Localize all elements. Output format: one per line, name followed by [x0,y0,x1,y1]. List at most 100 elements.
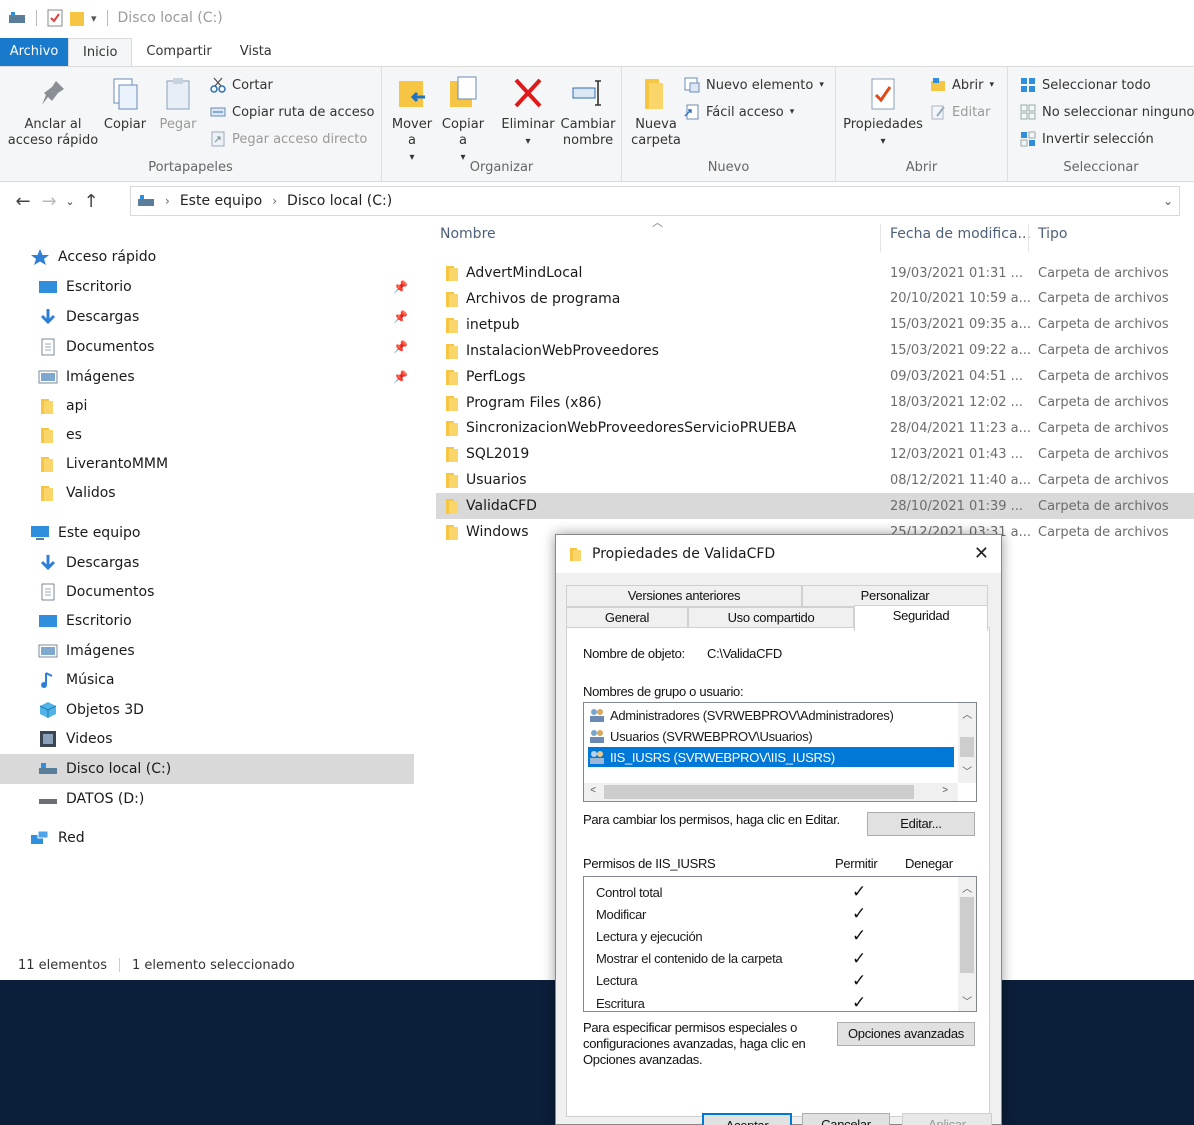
select-all-button[interactable]: Seleccionar todo [1020,77,1151,93]
scroll-up-icon[interactable]: ︿ [958,880,976,895]
nav-pc-imagenes[interactable]: Imágenes [0,636,414,666]
pin-icon[interactable]: 📌 [393,280,408,294]
scroll-down-icon[interactable]: ﹀ [958,763,976,778]
edit-button[interactable]: Editar [930,104,991,120]
rename-button[interactable]: Cambiar nombre [558,75,618,149]
select-none-button[interactable]: No seleccionar ninguno [1020,104,1194,120]
file-row[interactable]: PerfLogs 09/03/2021 04:51 ... Carpeta de a… [436,364,1194,390]
vertical-scrollbar[interactable]: ︿ ﹀ [958,703,976,783]
scroll-left-icon[interactable]: < [584,785,602,796]
nav-es[interactable]: es [0,420,414,450]
cancel-button[interactable]: Cancelar [802,1113,890,1125]
easy-access-button[interactable]: Fácil acceso ▾ [684,104,794,120]
pin-quick-access-button[interactable]: Anclar al acceso rápido [6,75,100,149]
customize-toolbar-icon[interactable]: ▾ [91,12,97,25]
file-row[interactable]: Usuarios 08/12/2021 11:40 a... Carpeta de … [436,467,1194,493]
scroll-up-icon[interactable]: ︿ [958,706,976,721]
column-divider[interactable] [880,224,881,252]
scroll-thumb[interactable] [604,785,914,799]
open-button[interactable]: Abrir ▾ [930,77,994,93]
chevron-right-icon[interactable]: › [272,194,277,208]
advanced-options-button[interactable]: Opciones avanzadas [837,1022,975,1046]
nav-validos[interactable]: Validos [0,478,414,508]
new-folder-icon[interactable] [69,9,85,27]
tab-seguridad[interactable]: Seguridad [854,605,988,631]
tab-uso-compartido[interactable]: Uso compartido [688,607,854,629]
horizontal-scrollbar[interactable]: < > [584,783,958,801]
copy-path-button[interactable]: Copiar ruta de acceso [210,104,375,120]
nav-api[interactable]: api [0,391,414,421]
nav-this-pc[interactable]: Este equipo [0,518,414,548]
nav-liverantommm[interactable]: LiverantoMMM [0,449,414,479]
column-header-type[interactable]: Tipo [1038,226,1067,242]
file-row[interactable]: SQL2019 12/03/2021 01:43 ... Carpeta de ar… [436,441,1194,467]
new-folder-button[interactable]: Nueva carpeta [630,75,682,149]
breadcrumb-este-equipo[interactable]: Este equipo [180,193,262,209]
scroll-thumb[interactable] [960,897,974,973]
nav-documentos[interactable]: Documentos 📌 [0,332,414,362]
pin-icon[interactable]: 📌 [393,310,408,324]
forward-arrow-icon[interactable]: → [36,191,62,212]
group-item-selected[interactable]: IIS_IUSRS (SVRWEBPROV\IIS_IUSRS) [587,746,955,768]
column-header-date[interactable]: Fecha de modifica... [890,226,1031,242]
copy-button[interactable]: Copiar [102,75,148,133]
paste-button[interactable]: Pegar [154,75,202,133]
back-arrow-icon[interactable]: ← [10,191,36,212]
properties-button[interactable]: Propiedades ▾ [842,75,924,150]
nav-pc-descargas[interactable]: Descargas [0,548,414,578]
copy-to-button[interactable]: Copiar a ▾ [440,75,486,166]
nav-escritorio[interactable]: Escritorio 📌 [0,272,414,302]
scroll-thumb[interactable] [960,737,974,757]
file-row[interactable]: SincronizacionWebProveedoresServicioPRUE… [436,415,1194,441]
nav-pc-objetos-3d[interactable]: Objetos 3D [0,695,414,725]
file-row[interactable]: Archivos de programa 20/10/2021 10:59 a..… [436,286,1194,312]
file-row[interactable]: Program Files (x86) 18/03/2021 12:02 ... C… [436,390,1194,416]
tab-versiones-anteriores[interactable]: Versiones anteriores [566,585,802,607]
file-row[interactable]: InstalacionWebProveedores 15/03/2021 09:2… [436,338,1194,364]
nav-quick-access[interactable]: Acceso rápido [0,242,414,272]
chevron-down-icon[interactable]: ⌄ [1163,194,1173,208]
address-bar[interactable]: › Este equipo › Disco local (C:) ⌄ [130,186,1180,216]
nav-pc-documentos[interactable]: Documentos [0,577,414,607]
chevron-right-icon[interactable]: › [165,194,170,208]
new-item-button[interactable]: Nuevo elemento ▾ [684,77,824,93]
file-row[interactable]: inetpub 15/03/2021 09:35 a... Carpeta de a… [436,312,1194,338]
nav-pc-musica[interactable]: Música [0,665,414,695]
group-item[interactable]: Administradores (SVRWEBPROV\Administrado… [588,705,954,725]
tab-general[interactable]: General [566,607,688,629]
nav-pc-escritorio[interactable]: Escritorio [0,606,414,636]
tab-personalizar[interactable]: Personalizar [802,585,988,607]
delete-button[interactable]: Eliminar ▾ [500,75,556,150]
groups-listbox[interactable]: Administradores (SVRWEBPROV\Administrado… [583,702,977,802]
cut-button[interactable]: Cortar [210,77,273,93]
pin-icon[interactable]: 📌 [393,340,408,354]
edit-permissions-button[interactable]: Editar... [867,812,975,836]
nav-pc-datos[interactable]: DATOS (D:) [0,784,414,814]
up-arrow-icon[interactable]: ↑ [78,191,104,212]
nav-network[interactable]: Red [0,823,414,853]
move-to-button[interactable]: Mover a ▾ [390,75,434,166]
nav-imagenes[interactable]: Imágenes 📌 [0,362,414,392]
paste-shortcut-button[interactable]: Pegar acceso directo [210,131,367,147]
pin-icon[interactable]: 📌 [393,370,408,384]
column-divider[interactable] [1028,224,1029,252]
recent-locations-icon[interactable]: ⌄ [62,195,78,208]
tab-vista[interactable]: Vista [226,38,286,66]
column-header-name[interactable]: Nombre [440,226,496,242]
group-item[interactable]: Usuarios (SVRWEBPROV\Usuarios) [588,726,954,746]
apply-button[interactable]: Aplicar [902,1113,992,1125]
nav-pc-videos[interactable]: Videos [0,724,414,754]
scroll-down-icon[interactable]: ﹀ [958,993,976,1008]
ok-button[interactable]: Aceptar [702,1113,792,1125]
breadcrumb-disco-local[interactable]: Disco local (C:) [287,193,392,209]
nav-pc-disco-local[interactable]: Disco local (C:) [0,754,414,784]
file-row-selected[interactable]: ValidaCFD 28/10/2021 01:39 ... Carpeta de … [436,493,1194,520]
invert-selection-button[interactable]: Invertir selección [1020,131,1154,147]
properties-icon[interactable] [47,9,63,27]
nav-descargas[interactable]: Descargas 📌 [0,302,414,332]
tab-archivo[interactable]: Archivo [0,38,68,66]
vertical-scrollbar[interactable]: ︿ ﹀ [958,877,976,1011]
tab-inicio[interactable]: Inicio [68,38,133,66]
scroll-right-icon[interactable]: > [936,785,954,796]
file-row[interactable]: AdvertMindLocal 19/03/2021 01:31 ... Carpe… [436,260,1194,286]
